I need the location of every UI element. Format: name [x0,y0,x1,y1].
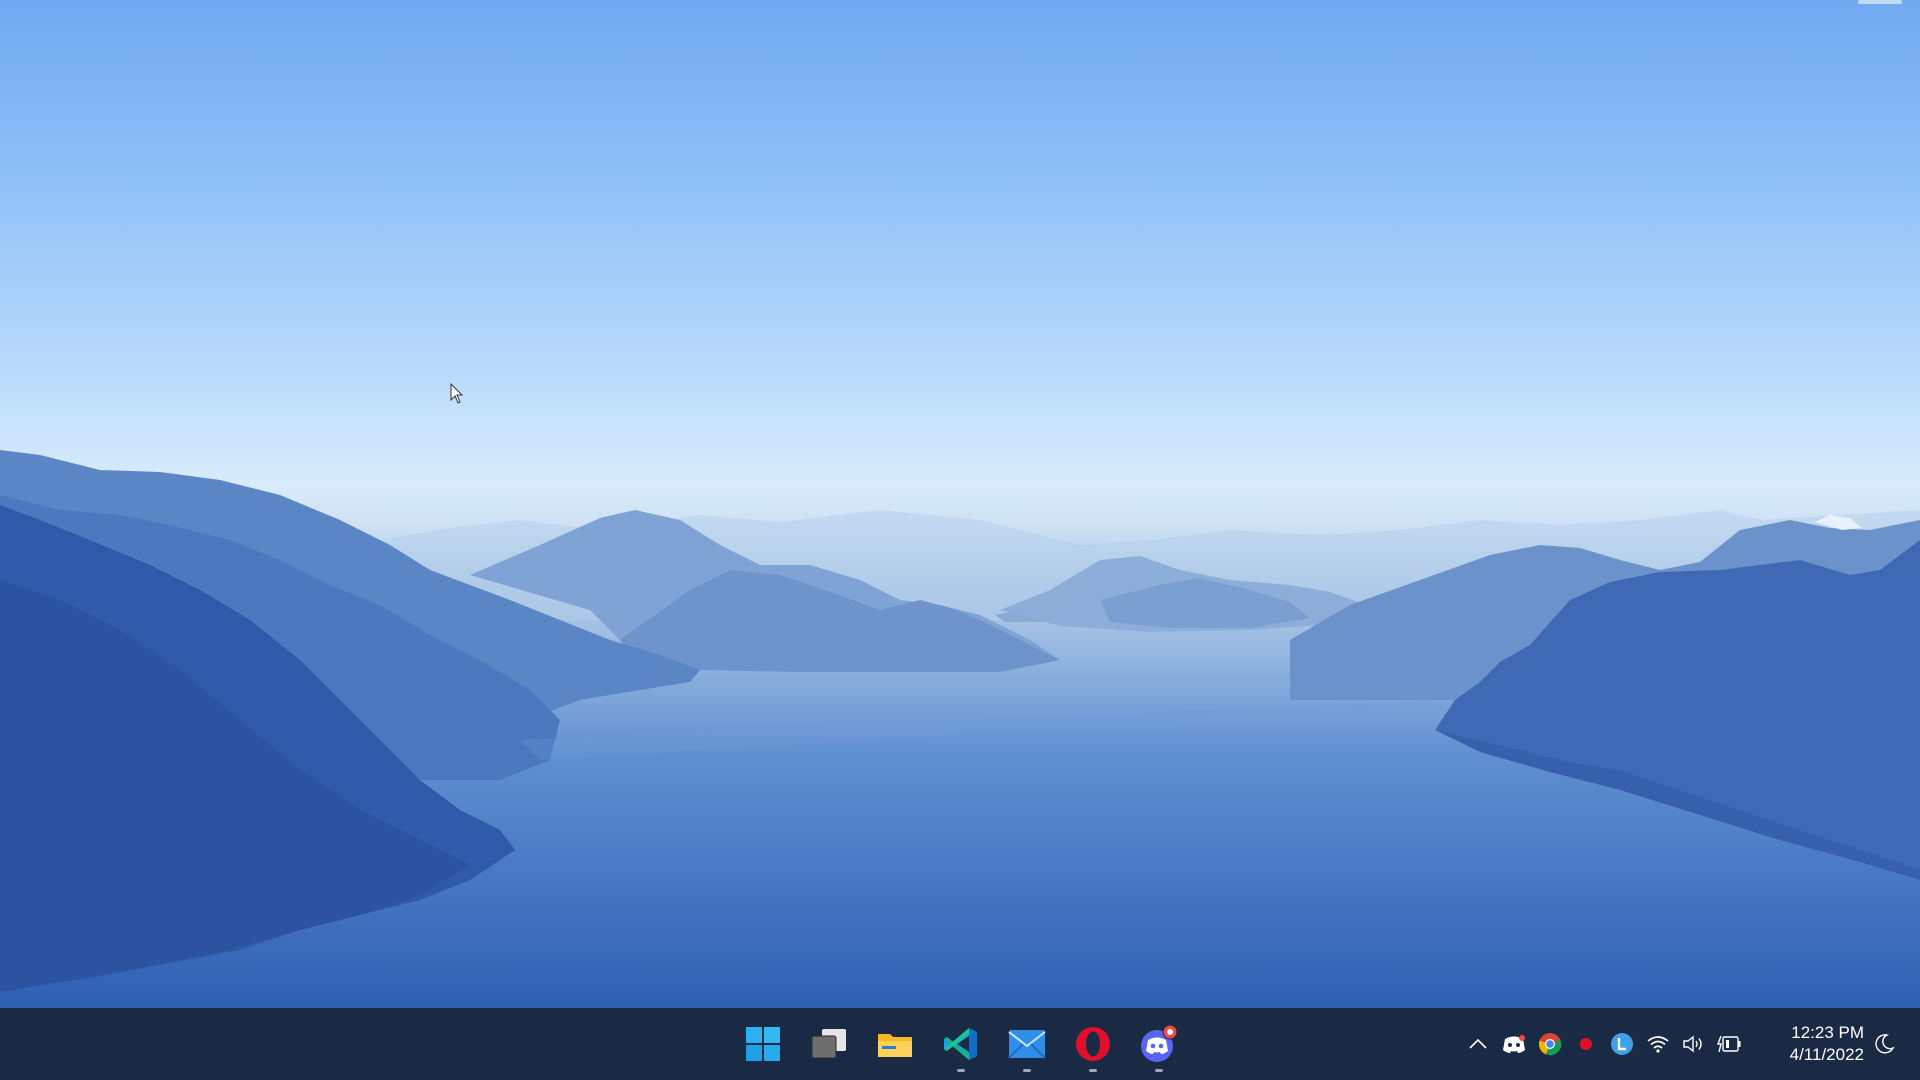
file-explorer-button[interactable] [871,1014,919,1074]
opera-icon [1076,1027,1110,1061]
volume-button[interactable] [1676,1024,1712,1064]
focus-assist-button[interactable] [1866,1026,1902,1062]
wifi-icon [1647,1036,1669,1053]
tray-discord-button[interactable] [1496,1024,1532,1064]
running-indicator [1023,1069,1031,1072]
arrow-pointer-icon [450,383,464,404]
moon-icon [1875,1034,1895,1054]
l-circle-icon [1611,1033,1633,1055]
taskbar-apps [739,1008,1183,1080]
clock-button[interactable]: 12:23 PM 4/11/2022 [1760,1022,1864,1066]
network-button[interactable] [1640,1024,1676,1064]
desktop-wallpaper [0,0,1920,1008]
battery-button[interactable] [1712,1024,1748,1064]
discord-button[interactable] [1135,1014,1183,1074]
system-tray [1460,1008,1748,1080]
running-indicator [957,1069,965,1072]
mail-icon [1008,1030,1046,1059]
battery-charging-icon [1717,1035,1741,1053]
record-icon [1580,1038,1592,1050]
fjord-landscape-image [0,450,1920,1008]
task-view-icon [811,1029,846,1059]
tray-l-app-button[interactable] [1604,1024,1640,1064]
discord-icon [1141,1024,1178,1062]
desktop-corner-mark [1858,0,1902,4]
task-view-button[interactable] [805,1014,853,1074]
tray-chrome-button[interactable] [1532,1024,1568,1064]
chrome-icon [1538,1033,1562,1056]
clock-time: 12:23 PM [1791,1023,1864,1042]
start-button[interactable] [739,1014,787,1074]
vscode-icon [944,1028,977,1060]
opera-button[interactable] [1069,1014,1117,1074]
mail-button[interactable] [1003,1014,1051,1074]
vscode-button[interactable] [937,1014,985,1074]
chevron-up-icon [1469,1038,1487,1049]
tray-record-button[interactable] [1568,1024,1604,1064]
running-indicator [1155,1069,1163,1072]
taskbar: 12:23 PM 4/11/2022 [0,1008,1920,1080]
clock-date: 4/11/2022 [1789,1045,1864,1064]
volume-icon [1683,1035,1702,1053]
folder-icon [878,1034,912,1057]
show-hidden-icons-button[interactable] [1460,1024,1496,1064]
windows-logo-icon [746,1027,780,1061]
discord-tray-icon [1503,1035,1525,1053]
running-indicator [1089,1069,1097,1072]
